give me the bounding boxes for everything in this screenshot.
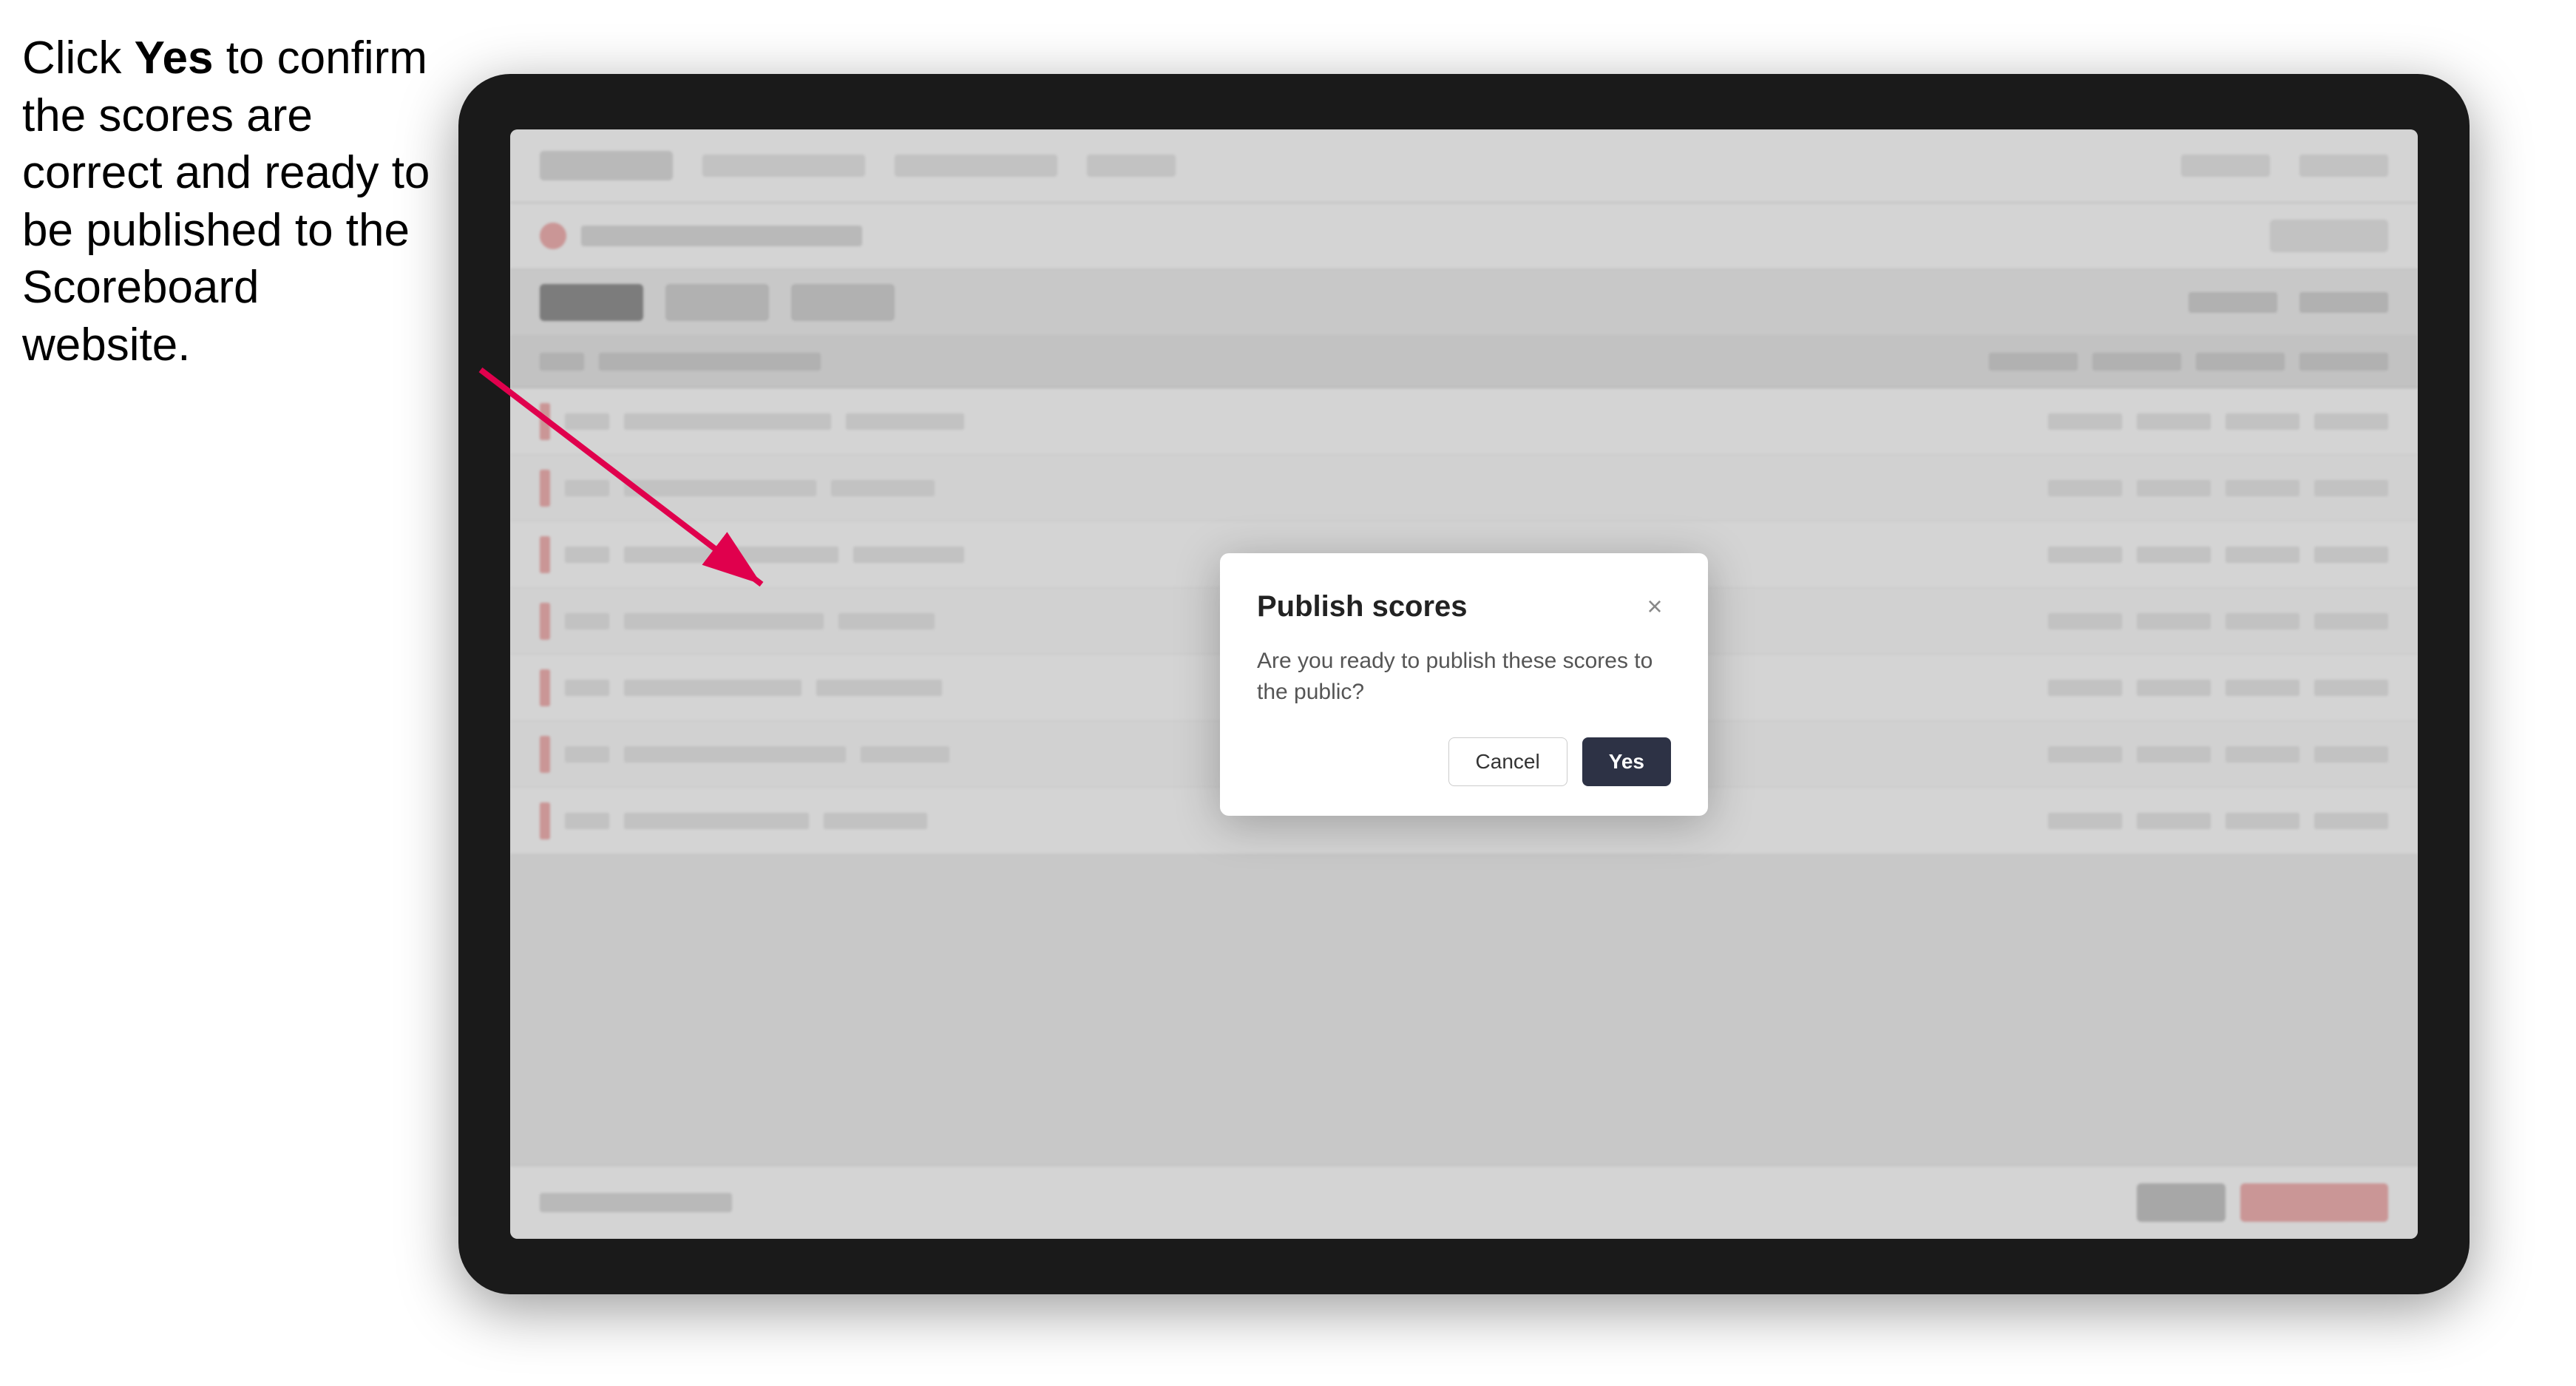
dialog-overlay: Publish scores × Are you ready to publis…	[510, 129, 2418, 1239]
tablet-device: Publish scores × Are you ready to publis…	[458, 74, 2470, 1294]
dialog-body: Are you ready to publish these scores to…	[1257, 646, 1671, 708]
instruction-text: Click Yes to confirm the scores are corr…	[22, 30, 436, 373]
publish-scores-dialog: Publish scores × Are you ready to publis…	[1220, 553, 1708, 816]
yes-button[interactable]: Yes	[1582, 737, 1671, 786]
tablet-screen: Publish scores × Are you ready to publis…	[510, 129, 2418, 1239]
dialog-title: Publish scores	[1257, 590, 1468, 623]
instruction-bold: Yes	[135, 33, 214, 84]
instruction-prefix: Click	[22, 33, 135, 84]
dialog-close-button[interactable]: ×	[1638, 590, 1671, 623]
dialog-header: Publish scores ×	[1257, 590, 1671, 623]
dialog-footer: Cancel Yes	[1257, 737, 1671, 786]
cancel-button[interactable]: Cancel	[1448, 737, 1567, 786]
